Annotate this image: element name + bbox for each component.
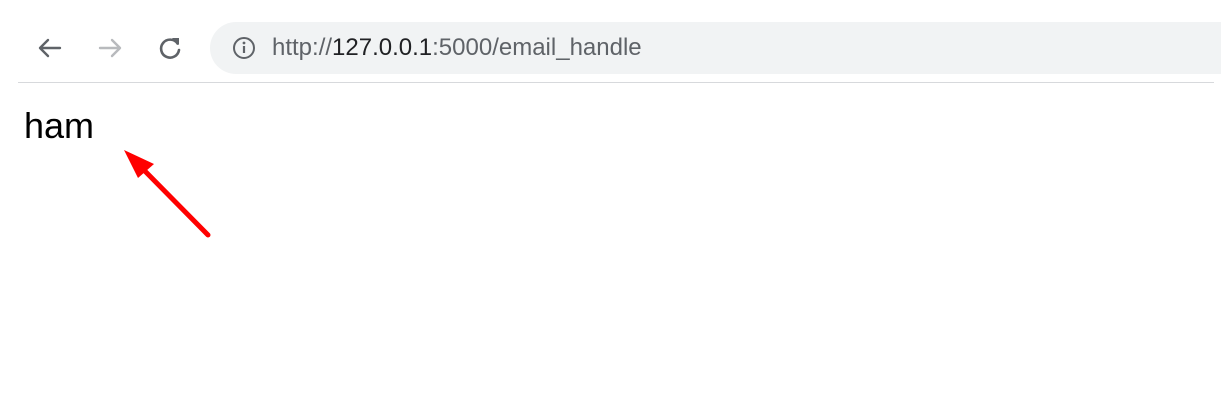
- browser-toolbar: http://127.0.0.1:5000/email_handle: [0, 0, 1221, 82]
- back-arrow-icon: [38, 38, 62, 58]
- reload-button[interactable]: [152, 30, 188, 66]
- forward-button[interactable]: [92, 30, 128, 66]
- back-button[interactable]: [32, 30, 68, 66]
- red-arrow-annotation: [124, 150, 211, 238]
- url-text[interactable]: http://127.0.0.1:5000/email_handle: [272, 34, 642, 62]
- reload-icon: [159, 38, 181, 59]
- url-scheme: http://: [272, 34, 333, 61]
- info-icon[interactable]: [232, 36, 256, 60]
- address-bar[interactable]: http://127.0.0.1:5000/email_handle: [210, 22, 1221, 74]
- page-body-text: ham: [24, 105, 95, 146]
- url-host: 127.0.0.1: [332, 34, 433, 61]
- url-port-path: :5000/email_handle: [432, 34, 642, 61]
- toolbar-divider: [18, 82, 1214, 83]
- forward-arrow-icon: [98, 38, 122, 58]
